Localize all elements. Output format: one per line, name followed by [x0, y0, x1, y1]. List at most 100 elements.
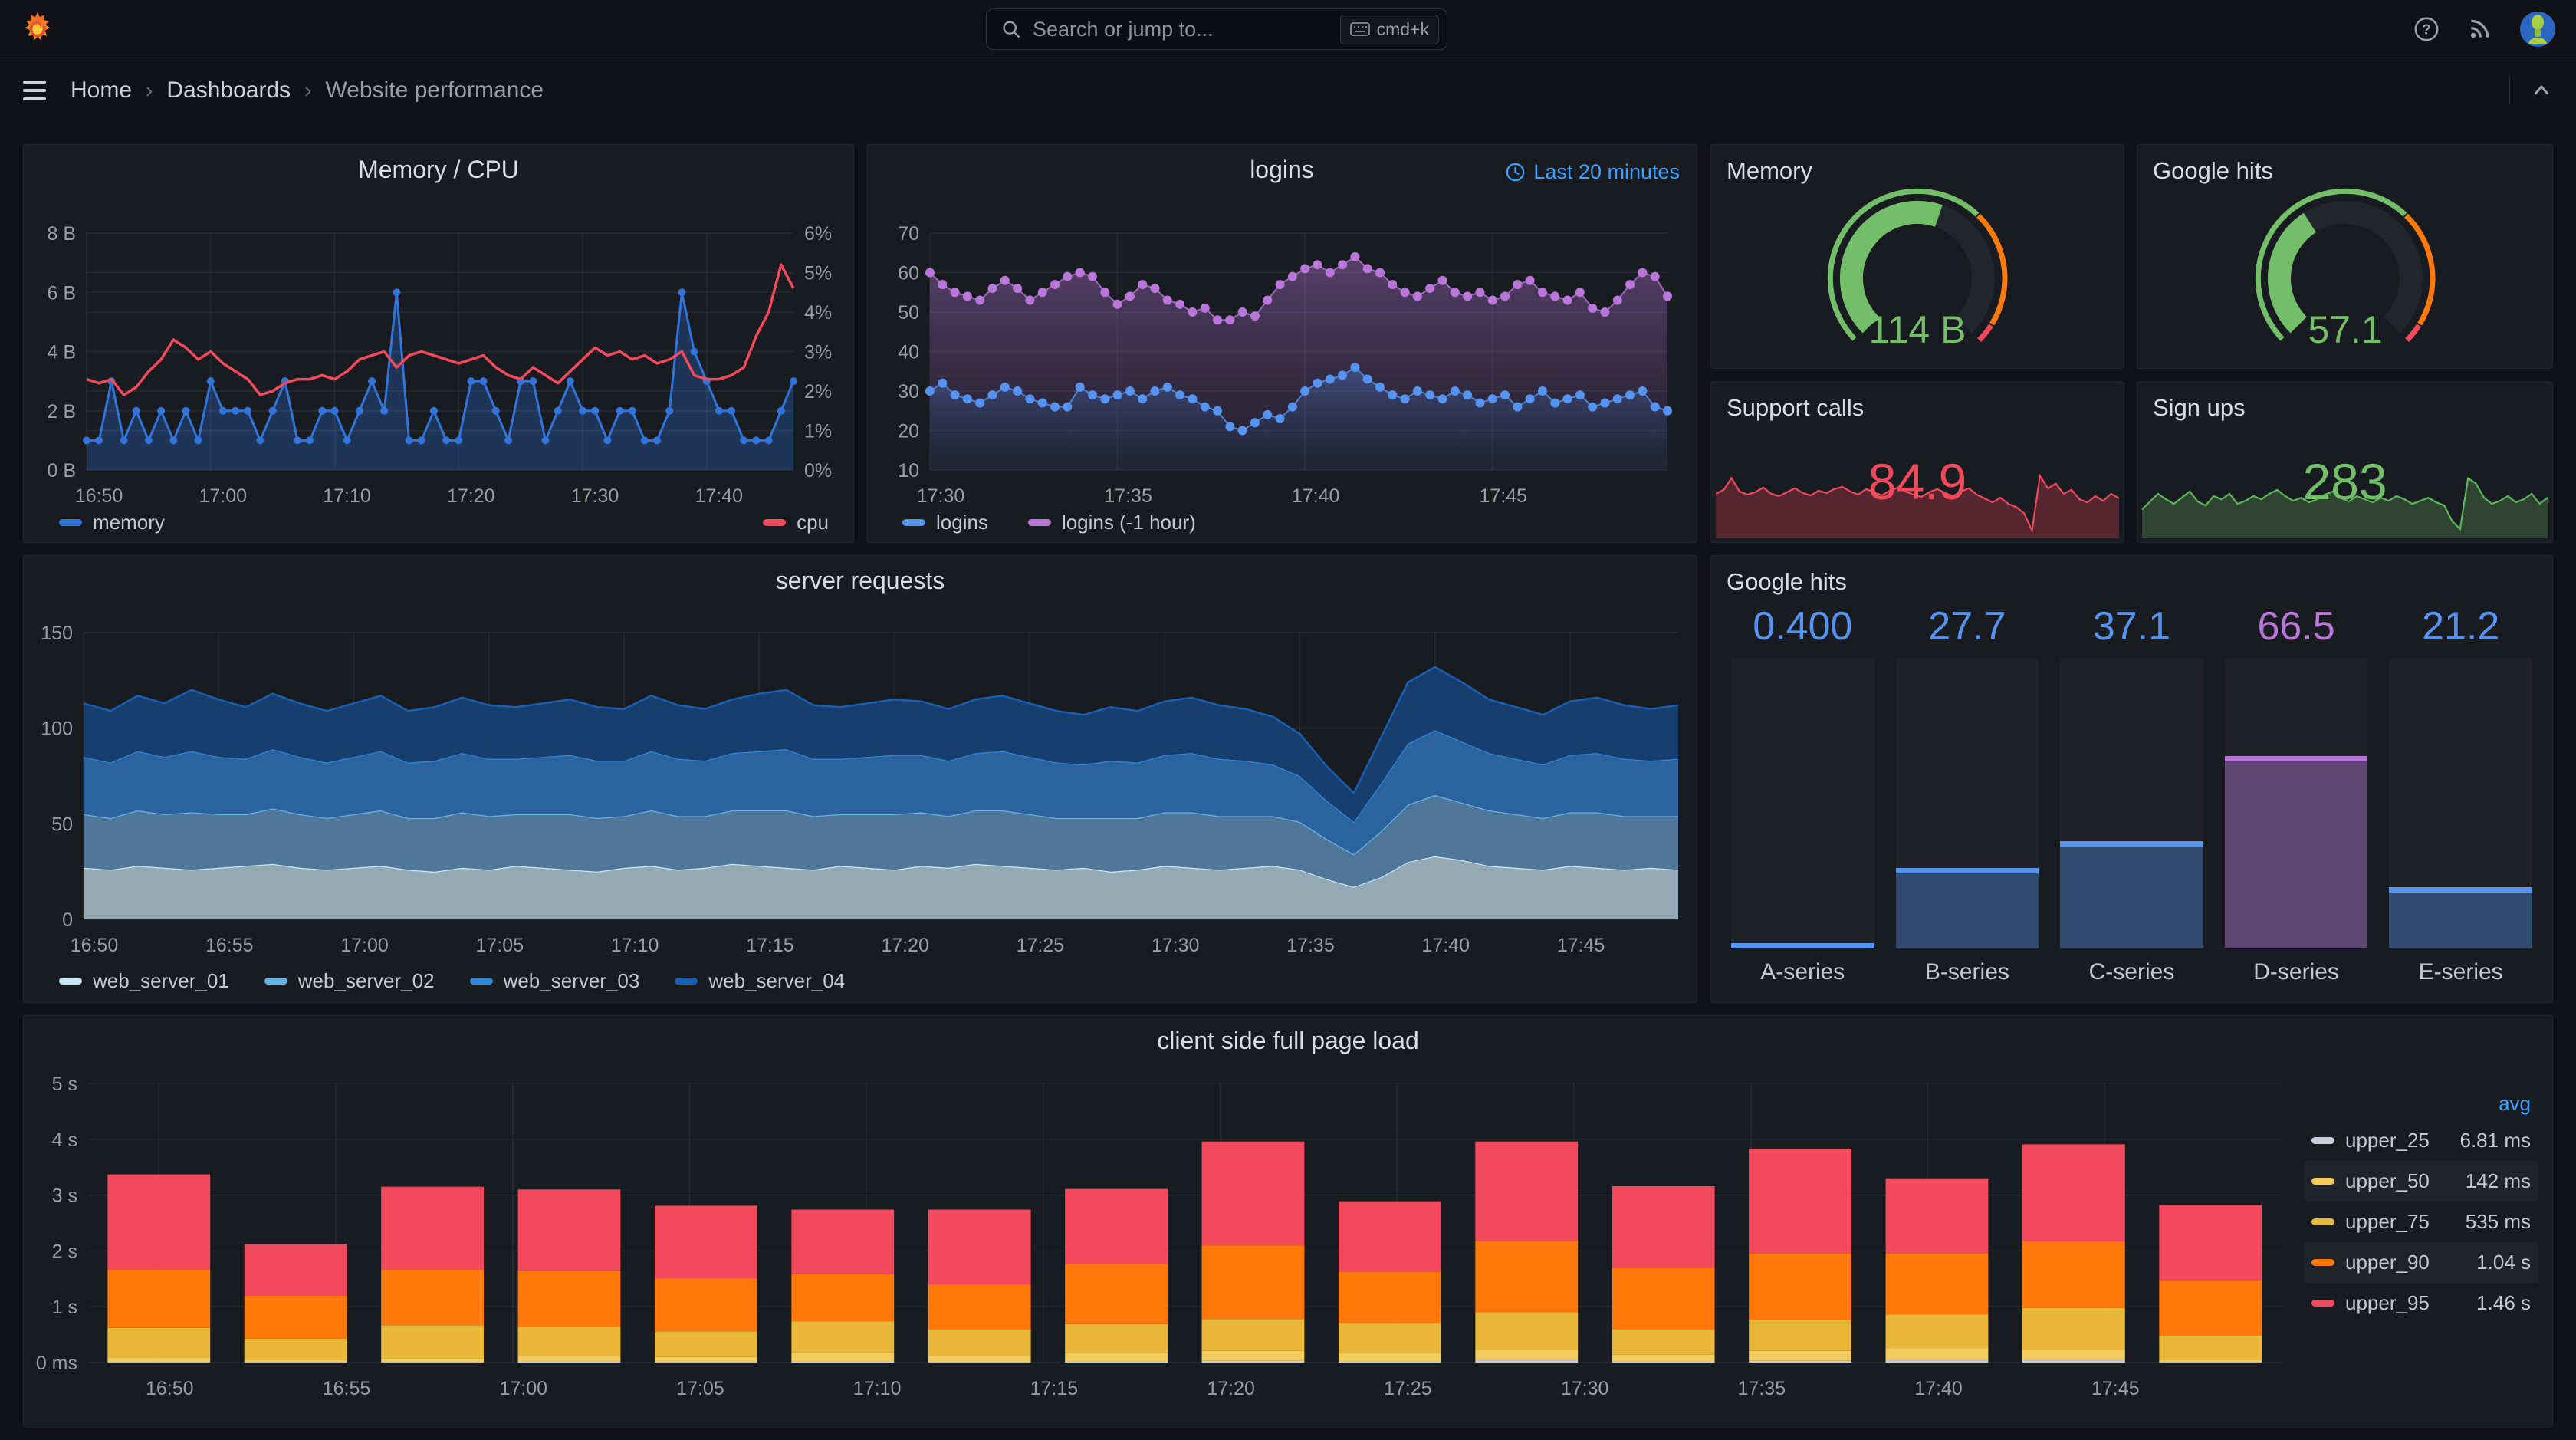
help-icon[interactable]: ?: [2413, 16, 2440, 42]
legend-swatch: [2312, 1218, 2334, 1225]
svg-text:100: 100: [41, 718, 73, 740]
legend-item[interactable]: memory: [59, 511, 165, 534]
legend-swatch: [2312, 1259, 2334, 1266]
legend-row[interactable]: upper_25 6.81 ms: [2304, 1120, 2538, 1161]
legend-avg-header: avg: [2499, 1092, 2531, 1115]
legend-row[interactable]: upper_95 1.46 s: [2304, 1283, 2538, 1323]
legend-label: upper_75: [2345, 1210, 2430, 1233]
svg-text:16:55: 16:55: [205, 935, 254, 956]
legend-item[interactable]: logins (-1 hour): [1027, 511, 1196, 534]
bar-gauge-column[interactable]: 0.400 A-series: [1731, 603, 1875, 988]
legend-item[interactable]: web_server_03: [469, 969, 639, 993]
panel-title[interactable]: Sign ups: [2153, 394, 2246, 422]
menu-toggle-icon[interactable]: [23, 81, 46, 100]
svg-text:17:15: 17:15: [1030, 1378, 1079, 1399]
svg-text:50: 50: [51, 814, 73, 835]
legend-row[interactable]: upper_75 535 ms: [2304, 1202, 2538, 1242]
svg-text:10: 10: [898, 460, 919, 482]
svg-text:17:10: 17:10: [611, 935, 659, 956]
legend-item[interactable]: cpu: [763, 511, 829, 534]
keyboard-icon: [1349, 22, 1370, 36]
svg-text:17:35: 17:35: [1104, 485, 1152, 507]
grafana-dashboard: Search or jump to... cmd+k ? Home › Dash…: [0, 0, 2576, 1440]
panel-title[interactable]: Support calls: [1727, 394, 1864, 422]
panel-title[interactable]: Google hits: [1727, 568, 1847, 596]
svg-text:6 B: 6 B: [47, 282, 76, 304]
breadcrumb-separator: ›: [304, 78, 312, 102]
top-nav: Search or jump to... cmd+k ?: [0, 0, 2576, 58]
svg-text:114 B: 114 B: [1869, 308, 1967, 351]
svg-text:17:20: 17:20: [881, 935, 929, 956]
memory-cpu-chart[interactable]: 0 B 2 B 4 B 6 B 8 B 0% 1% 2% 3% 4% 5% 6% 16:50 17:00 1…: [24, 145, 855, 544]
svg-text:16:55: 16:55: [323, 1378, 371, 1399]
nav-icons: ?: [2413, 11, 2556, 48]
bar-gauge-label: D-series: [2253, 959, 2339, 985]
svg-text:57.1: 57.1: [2308, 308, 2382, 351]
panel-sign-ups: Sign ups 283: [2137, 381, 2553, 543]
svg-text:17:25: 17:25: [1384, 1378, 1432, 1399]
legend-row[interactable]: upper_50 142 ms: [2304, 1161, 2538, 1202]
svg-text:17:30: 17:30: [1152, 935, 1200, 956]
panel-support-calls: Support calls 84.9: [1710, 381, 2124, 543]
legend-item[interactable]: web_server_04: [675, 969, 845, 993]
breadcrumb-home[interactable]: Home: [71, 77, 132, 104]
bar-gauge-fill: [1731, 943, 1875, 948]
bar-gauge-value: 21.2: [2422, 604, 2500, 649]
subnav-right: [2509, 76, 2553, 105]
bar-gauge-value: 66.5: [2257, 604, 2335, 649]
panel-client-load: client side full page load 0 ms 1 s2 s3 s…: [23, 1015, 2553, 1428]
svg-text:0: 0: [62, 909, 73, 931]
svg-text:17:30: 17:30: [1561, 1378, 1609, 1399]
breadcrumb-dashboards[interactable]: Dashboards: [166, 77, 291, 104]
svg-text:5 s: 5 s: [52, 1073, 77, 1095]
legend-item[interactable]: web_server_01: [59, 969, 229, 993]
grafana-logo-icon[interactable]: [20, 12, 55, 47]
svg-text:17:10: 17:10: [323, 485, 371, 507]
svg-text:17:00: 17:00: [199, 485, 247, 507]
svg-text:4 B: 4 B: [47, 342, 76, 363]
bar-gauge-track: [1731, 659, 1875, 948]
svg-text:16:50: 16:50: [75, 485, 123, 507]
shortcut-label: cmd+k: [1376, 18, 1429, 39]
legend-item[interactable]: web_server_02: [264, 969, 435, 993]
client-load-chart[interactable]: 0 ms 1 s 2 s 3 s 4 s 5 s 16:50 16:55 17:00 17:05 1…: [24, 1016, 2308, 1428]
search-input[interactable]: Search or jump to... cmd+k: [986, 8, 1447, 50]
bar-gauge-value: 27.7: [1928, 604, 2006, 649]
svg-text:16:50: 16:50: [146, 1378, 194, 1399]
legend-swatch: [59, 978, 82, 985]
bar-gauge-column[interactable]: 27.7 B-series: [1895, 603, 2039, 988]
legend-row[interactable]: upper_90 1.04 s: [2304, 1242, 2538, 1283]
panel-memory-cpu: Memory / CPU 0 B2 B4 B6 B8 B 0% 1% 2% 3% 4% 5%…: [23, 144, 854, 543]
svg-text:17:15: 17:15: [746, 935, 794, 956]
svg-text:2 s: 2 s: [52, 1241, 77, 1262]
svg-text:17:30: 17:30: [917, 485, 965, 507]
breadcrumb-separator: ›: [146, 78, 153, 102]
svg-text:1 s: 1 s: [52, 1297, 77, 1318]
user-avatar[interactable]: [2519, 11, 2556, 48]
logins-chart[interactable]: 10 20 30 40 50 60 70 17:30 17:35 17:40 17:45: [867, 145, 1698, 544]
bar-gauge-track: [2060, 659, 2203, 948]
svg-text:17:00: 17:00: [340, 935, 389, 956]
bar-gauge-fill: [2060, 840, 2203, 948]
breadcrumb-current: Website performance: [325, 77, 544, 103]
memory-gauge[interactable]: 114 B: [1791, 179, 2044, 363]
svg-text:40: 40: [898, 342, 919, 363]
news-rss-icon[interactable]: [2467, 17, 2492, 41]
bar-gauge-value: 37.1: [2092, 604, 2171, 649]
bar-gauge-value: 0.400: [1753, 604, 1853, 649]
legend-item[interactable]: logins: [902, 511, 988, 534]
server-requests-chart[interactable]: 0 50 100 150 16:50 16:55 17:00 17:05 17:10 17:15 1…: [24, 556, 1698, 1004]
bar-gauge-column[interactable]: 37.1 C-series: [2060, 603, 2203, 988]
svg-text:17:35: 17:35: [1286, 935, 1335, 956]
chevron-up-icon[interactable]: [2530, 79, 2553, 102]
legend-swatch: [2312, 1178, 2334, 1185]
bar-gauge-column[interactable]: 66.5 D-series: [2224, 603, 2368, 988]
google-hits-gauge[interactable]: 57.1: [2219, 179, 2472, 363]
legend-avg-value: 6.81 ms: [2459, 1129, 2532, 1152]
bar-gauge-column[interactable]: 21.2 E-series: [2389, 603, 2532, 988]
svg-text:17:00: 17:00: [499, 1378, 547, 1399]
svg-text:150: 150: [41, 623, 73, 644]
legend-label: upper_90: [2345, 1251, 2430, 1274]
legend-swatch: [763, 519, 787, 526]
svg-text:0 ms: 0 ms: [36, 1353, 77, 1374]
